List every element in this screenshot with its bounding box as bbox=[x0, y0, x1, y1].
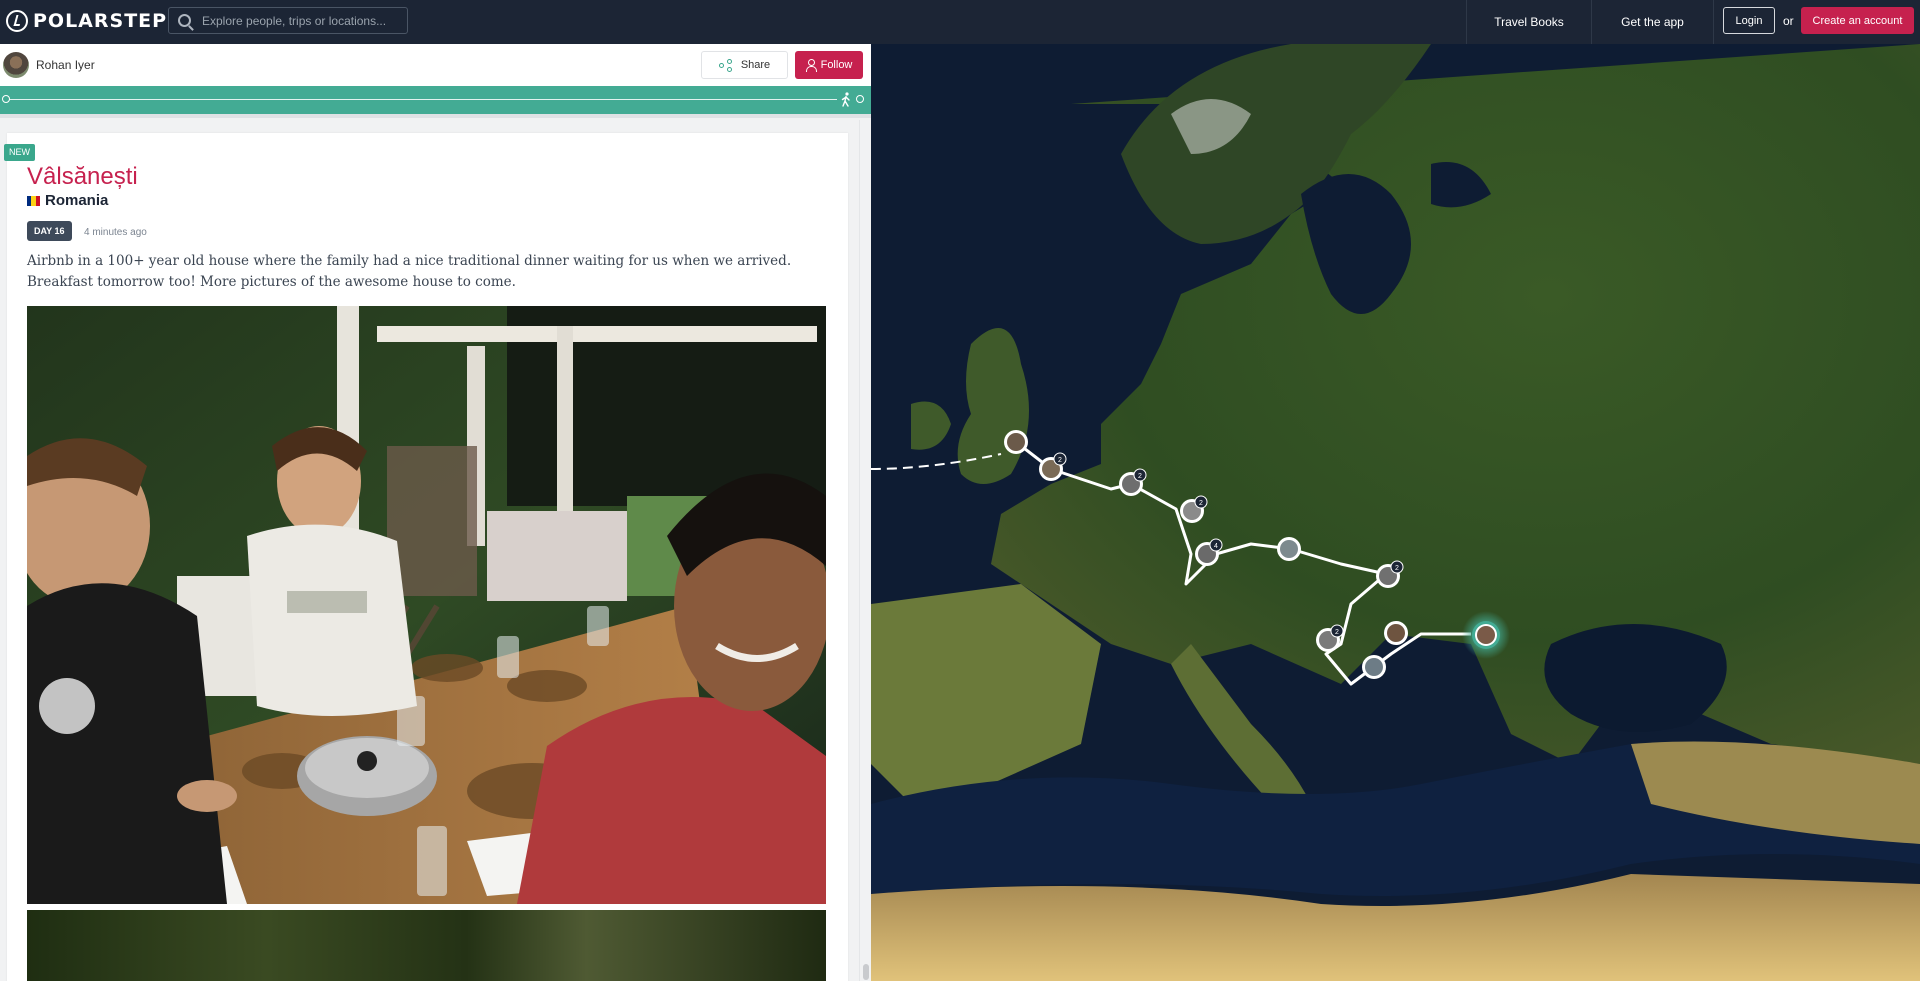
brand-name: POLARSTEPS bbox=[33, 10, 182, 32]
map-marker-count: 2 bbox=[1138, 473, 1142, 480]
timeline-end-dot[interactable] bbox=[856, 95, 864, 103]
nav-travel-books[interactable]: Travel Books bbox=[1466, 0, 1591, 44]
profile-name[interactable]: Rohan Iyer bbox=[36, 58, 95, 72]
top-navigation-bar: POLARSTEPS Travel Books Get the app Logi… bbox=[0, 0, 1920, 44]
step-description: Airbnb in a 100+ year old house where th… bbox=[27, 253, 792, 290]
map-marker-count: 2 bbox=[1395, 565, 1399, 572]
share-button[interactable]: Share bbox=[701, 51, 788, 79]
trip-step-panel: Rohan Iyer Share Follow NEW Vâlsănești R… bbox=[0, 44, 871, 981]
user-icon bbox=[805, 59, 817, 72]
search-box[interactable] bbox=[168, 7, 408, 34]
nav-get-the-app[interactable]: Get the app bbox=[1591, 0, 1713, 44]
map-marker-current[interactable] bbox=[1462, 611, 1510, 659]
map-marker-count: 2 bbox=[1199, 500, 1203, 507]
map-marker-count: 2 bbox=[1335, 629, 1339, 636]
timeline-start-dot[interactable] bbox=[2, 95, 10, 103]
walker-icon bbox=[841, 92, 850, 107]
dinner-photo-illustration bbox=[27, 306, 826, 904]
step-country: Romania bbox=[27, 192, 108, 209]
scrollbar-thumb[interactable] bbox=[863, 964, 869, 980]
timeline-track bbox=[8, 99, 837, 100]
avatar[interactable] bbox=[3, 52, 29, 78]
europe-satellite-map: 2 2 2 4 2 2 bbox=[871, 44, 1920, 981]
or-text: or bbox=[1783, 14, 1794, 28]
map-marker[interactable] bbox=[1362, 655, 1386, 679]
follow-button[interactable]: Follow bbox=[795, 51, 863, 79]
country-name: Romania bbox=[45, 192, 109, 209]
search-input[interactable] bbox=[202, 13, 392, 28]
share-label: Share bbox=[740, 59, 771, 71]
timeline-shadow bbox=[0, 114, 871, 118]
day-badge: DAY 16 bbox=[27, 221, 72, 241]
step-title: Vâlsănești bbox=[27, 163, 138, 190]
new-badge: NEW bbox=[4, 144, 35, 161]
share-icon bbox=[718, 59, 733, 72]
follow-label: Follow bbox=[820, 59, 853, 71]
map-marker[interactable] bbox=[1277, 537, 1301, 561]
search-icon bbox=[178, 14, 191, 27]
map-marker[interactable] bbox=[1384, 621, 1408, 645]
timestamp: 4 minutes ago bbox=[84, 227, 147, 238]
profile-bar: Rohan Iyer Share Follow bbox=[0, 44, 871, 86]
trip-map[interactable]: 2 2 2 4 2 2 bbox=[871, 44, 1920, 981]
scrollbar[interactable] bbox=[859, 120, 871, 981]
polarsteps-logo-icon bbox=[6, 10, 28, 32]
map-marker-count: 4 bbox=[1214, 543, 1218, 550]
trip-timeline[interactable] bbox=[0, 86, 871, 114]
step-photo-2[interactable] bbox=[27, 910, 826, 981]
map-marker[interactable] bbox=[1004, 430, 1028, 454]
map-marker-count: 2 bbox=[1058, 457, 1062, 464]
polarsteps-logo[interactable]: POLARSTEPS bbox=[6, 9, 182, 33]
flag-romania-icon bbox=[27, 195, 40, 206]
create-account-button[interactable]: Create an account bbox=[1801, 7, 1914, 34]
step-photo[interactable] bbox=[27, 306, 826, 904]
nav-divider bbox=[1713, 0, 1714, 44]
login-button[interactable]: Login bbox=[1723, 7, 1775, 34]
